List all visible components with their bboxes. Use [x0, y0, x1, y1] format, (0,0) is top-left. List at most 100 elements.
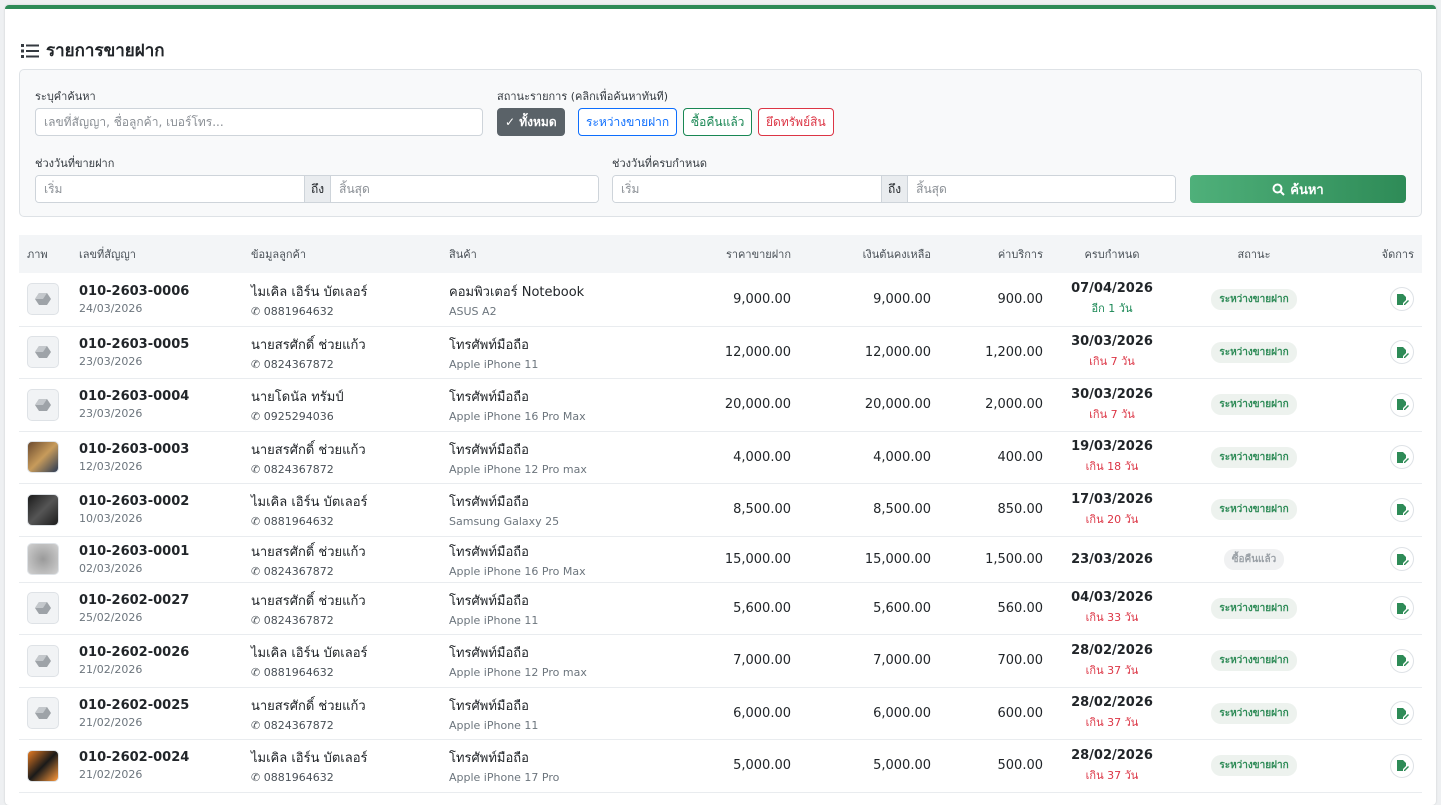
status-seized-button[interactable]: ยึดทรัพย์สิน: [758, 108, 834, 136]
status-all-button[interactable]: ✓ ทั้งหมด: [497, 108, 565, 136]
table-row[interactable]: 010-2603-0001 02/03/2026 นายสรศักดิ์ ช่วยแ…: [19, 536, 1422, 582]
edit-button[interactable]: [1390, 340, 1414, 364]
status-label: สถานะรายการ (คลิกเพื่อค้นหาทันที): [497, 90, 669, 103]
main-card: รายการขายฝาก ระบุคำค้นหา สถานะรายการ (คล…: [5, 5, 1436, 805]
contract-number[interactable]: 010-2602-0025: [79, 698, 235, 713]
table-row[interactable]: 010-2602-0026 21/02/2026 ไมเคิล เอิร์น บัต…: [19, 634, 1422, 687]
table-row[interactable]: 010-2602-0025 21/02/2026 นายสรศักดิ์ ช่วยแ…: [19, 687, 1422, 739]
product-thumbnail[interactable]: [27, 592, 59, 624]
product-name: โทรศัพท์มือถือ: [449, 698, 529, 714]
fee-cell: 400.00: [997, 449, 1044, 465]
edit-document-icon: [1396, 504, 1409, 515]
table-row[interactable]: 010-2603-0002 10/03/2026 ไมเคิล เอิร์น บัต…: [19, 483, 1422, 536]
search-button[interactable]: ค้นหา: [1190, 175, 1406, 203]
page-title-text: รายการขายฝาก: [46, 41, 165, 61]
price-cell: 12,000.00: [724, 344, 791, 360]
phone-number: 0881964632: [263, 515, 334, 528]
image-placeholder-icon: [35, 654, 51, 667]
contract-number[interactable]: 010-2602-0026: [79, 645, 235, 660]
due-date-end-input[interactable]: [908, 176, 1175, 202]
product-thumbnail[interactable]: [27, 388, 59, 421]
due-date: 28/02/2026: [1071, 695, 1153, 710]
product-name: โทรศัพท์มือถือ: [449, 593, 529, 609]
status-badge: ระหว่างขายฝาก: [1211, 702, 1297, 724]
principal-cell: 6,000.00: [873, 705, 931, 721]
fee-cell: 1,500.00: [985, 551, 1043, 567]
due-note: อีก 1 วัน: [1091, 302, 1133, 316]
fee-cell: 700.00: [997, 653, 1044, 668]
search-input[interactable]: [35, 108, 483, 136]
check-icon: ✓: [505, 115, 516, 129]
product-thumbnail[interactable]: [27, 644, 59, 677]
edit-button[interactable]: [1390, 753, 1414, 778]
due-note: เกิน 20 วัน: [1085, 512, 1139, 526]
due-date: 04/03/2026: [1071, 590, 1153, 605]
sale-date-end-input[interactable]: [331, 176, 598, 202]
table-row[interactable]: 010-2602-0024 21/02/2026 ไมเคิล เอิร์น บัต…: [19, 739, 1422, 792]
product-thumbnail[interactable]: [27, 697, 59, 729]
due-note: เกิน 37 วัน: [1085, 716, 1139, 729]
product-thumbnail[interactable]: [27, 493, 59, 526]
edit-button[interactable]: [1390, 701, 1414, 725]
product-name: โทรศัพท์มือถือ: [449, 751, 529, 766]
due-date: 19/03/2026: [1071, 439, 1153, 454]
contract-number[interactable]: 010-2602-0027: [79, 593, 235, 608]
phone-number: 0925294036: [263, 410, 334, 423]
phone-number: 0824367872: [263, 357, 334, 371]
sale-date-label: ช่วงวันที่ขายฝาก: [35, 157, 115, 170]
product-name: โทรศัพท์มือถือ: [449, 646, 529, 661]
sale-date-start-input[interactable]: [36, 176, 304, 202]
fee-cell: 2,000.00: [985, 397, 1043, 412]
product-thumbnail[interactable]: [27, 749, 59, 782]
search-icon: [1272, 183, 1285, 196]
product-thumbnail[interactable]: [27, 543, 59, 575]
due-date-start-input[interactable]: [613, 176, 881, 202]
table-row[interactable]: 010-2602-0027 25/02/2026 นายสรศักดิ์ ช่วยแ…: [19, 582, 1422, 634]
phone-icon: ✆: [251, 357, 264, 371]
filter-panel: ระบุคำค้นหา สถานะรายการ (คลิกเพื่อค้นหาท…: [19, 69, 1422, 217]
edit-button[interactable]: [1390, 497, 1414, 522]
status-pending-button[interactable]: ระหว่างขายฝาก: [578, 108, 678, 136]
phone-icon: ✆: [251, 304, 264, 318]
product-thumbnail[interactable]: [27, 283, 59, 316]
table-row[interactable]: 010-2603-0006 24/03/2026 ไมเคิล เอิร์น บัต…: [19, 273, 1422, 326]
product-thumbnail[interactable]: [27, 441, 59, 473]
contract-number[interactable]: 010-2602-0024: [79, 750, 235, 765]
price-cell: 5,000.00: [733, 758, 791, 773]
contract-number[interactable]: 010-2603-0002: [79, 494, 235, 509]
edit-button[interactable]: [1390, 547, 1414, 571]
phone-number: 0881964632: [263, 666, 334, 679]
edit-button[interactable]: [1390, 445, 1414, 469]
price-cell: 5,600.00: [733, 600, 791, 616]
due-date-range: ถึง: [612, 175, 1176, 203]
table-row[interactable]: 010-2603-0003 12/03/2026 นายสรศักดิ์ ช่วยแ…: [19, 431, 1422, 483]
col-contract: เลขที่สัญญา: [79, 248, 136, 261]
product-model: Apple iPhone 12 Pro max: [449, 462, 587, 476]
contract-number[interactable]: 010-2603-0006: [79, 284, 235, 299]
edit-button[interactable]: [1390, 648, 1414, 673]
contract-number[interactable]: 010-2603-0003: [79, 442, 235, 457]
edit-button[interactable]: [1390, 392, 1414, 417]
edit-button[interactable]: [1390, 287, 1414, 312]
due-note: เกิน 18 วัน: [1085, 460, 1139, 473]
status-badge: ระหว่างขายฝาก: [1211, 755, 1297, 776]
edit-button[interactable]: [1390, 596, 1414, 620]
table-row[interactable]: 010-2603-0005 23/03/2026 นายสรศักดิ์ ช่วยแ…: [19, 326, 1422, 378]
due-note: เกิน 7 วัน: [1089, 355, 1135, 368]
product-thumbnail[interactable]: [27, 336, 59, 368]
table-row[interactable]: 010-2603-0004 23/03/2026 นายโดนัล ทรัมป์ ✆ …: [19, 378, 1422, 431]
phone-icon: ✆: [251, 410, 264, 423]
status-badge: ระหว่างขายฝาก: [1211, 394, 1297, 415]
edit-document-icon: [1396, 553, 1409, 565]
due-date-to-label: ถึง: [881, 176, 909, 202]
phone-number: 0824367872: [263, 462, 334, 476]
image-placeholder-icon: [35, 293, 51, 306]
phone-number: 0824367872: [263, 718, 334, 732]
contract-number[interactable]: 010-2603-0005: [79, 337, 235, 352]
contract-number[interactable]: 010-2603-0004: [79, 389, 235, 404]
contract-number[interactable]: 010-2603-0001: [79, 544, 235, 559]
status-redeemed-button[interactable]: ซื้อคืนแล้ว: [683, 108, 753, 136]
contract-date: 23/03/2026: [79, 407, 143, 420]
customer-phone: ✆ 0881964632: [251, 666, 433, 679]
due-note: เกิน 37 วัน: [1085, 768, 1139, 782]
